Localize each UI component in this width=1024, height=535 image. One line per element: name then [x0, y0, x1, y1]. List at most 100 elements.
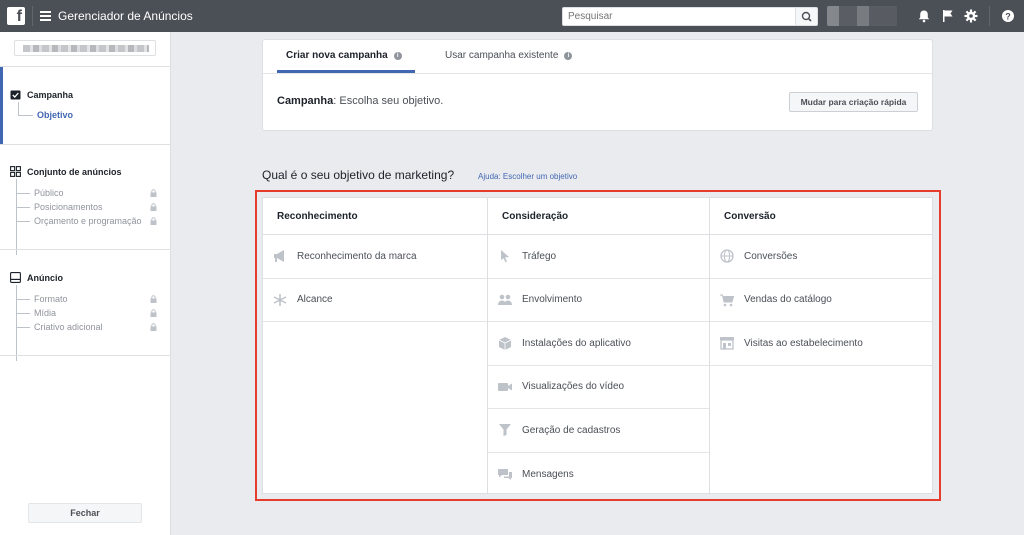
- tree-line: [16, 313, 30, 314]
- quick-create-button[interactable]: Mudar para criação rápida: [789, 92, 918, 112]
- tree-line: [16, 327, 30, 328]
- flag-icon[interactable]: [941, 9, 955, 23]
- lock-icon: [150, 309, 157, 317]
- objective-conversions[interactable]: Conversões: [710, 235, 932, 279]
- asterisk-icon: [273, 293, 287, 306]
- tab-label: Usar campanha existente: [445, 50, 559, 61]
- objective-label: Tráfego: [522, 250, 557, 262]
- objective-app-installs[interactable]: Instalações do aplicativo: [488, 322, 709, 366]
- search-input[interactable]: [562, 7, 796, 26]
- campaign-card: Criar nova campanha i Usar campanha exis…: [262, 39, 933, 131]
- objective-label: Instalações do aplicativo: [522, 337, 631, 349]
- app-title[interactable]: Gerenciador de Anúncios: [58, 9, 193, 23]
- sidebar-item-objective[interactable]: Objetivo: [37, 110, 73, 120]
- objective-lead-generation[interactable]: Geração de cadastros: [488, 409, 709, 453]
- adset-icon: [10, 166, 21, 177]
- objective-label: Reconhecimento da marca: [297, 250, 417, 262]
- column-awareness: Reconhecimento Reconhecimento da marca A…: [263, 198, 487, 493]
- campaign-text: : Escolha seu objetivo.: [333, 95, 444, 107]
- objective-messages[interactable]: Mensagens: [488, 453, 709, 497]
- top-bar: f Gerenciador de Anúncios ?: [0, 0, 1024, 32]
- close-button[interactable]: Fechar: [28, 503, 142, 523]
- ad-account-selector[interactable]: [14, 40, 156, 56]
- sidebar-section-adset[interactable]: Conjunto de anúncios: [10, 166, 122, 177]
- tab-label: Criar nova campanha: [286, 50, 388, 61]
- objective-label: Visitas ao estabelecimento: [744, 337, 863, 349]
- info-icon[interactable]: i: [564, 51, 573, 60]
- tree-line: [16, 285, 17, 361]
- divider: [0, 355, 170, 356]
- sidebar-item-budget[interactable]: Orçamento e programação: [34, 216, 142, 226]
- sidebar-item-creative[interactable]: Criativo adicional: [34, 322, 103, 332]
- sidebar-section-ad[interactable]: Anúncio: [10, 272, 63, 283]
- sidebar-item-placements[interactable]: Posicionamentos: [34, 202, 103, 212]
- lock-icon: [150, 323, 157, 331]
- video-icon: [498, 382, 512, 391]
- tree-line: [16, 179, 17, 255]
- lock-icon: [150, 203, 157, 211]
- tree-line: [16, 207, 30, 208]
- gear-icon[interactable]: [964, 9, 978, 23]
- people-icon: [498, 294, 512, 305]
- tree-line: [18, 102, 19, 115]
- help-icon[interactable]: ?: [1001, 9, 1015, 23]
- divider: [989, 6, 990, 26]
- chat-icon: [498, 469, 512, 481]
- campaign-label: Campanha: [277, 95, 334, 107]
- info-icon[interactable]: i: [393, 51, 402, 60]
- tree-line: [16, 193, 30, 194]
- ad-icon: [10, 272, 21, 283]
- search-button[interactable]: [795, 7, 818, 26]
- tree-line: [18, 115, 33, 116]
- divider: [32, 6, 33, 26]
- funnel-icon: [499, 424, 511, 437]
- column-header: Conversão: [710, 198, 932, 235]
- lock-icon: [150, 295, 157, 303]
- divider: [263, 73, 932, 74]
- objective-label: Vendas do catálogo: [744, 294, 832, 306]
- objective-engagement[interactable]: Envolvimento: [488, 279, 709, 322]
- objective-label: Mensagens: [522, 468, 574, 480]
- column-conversion: Conversão Conversões Vendas do catálogo …: [709, 198, 932, 493]
- box-icon: [498, 337, 512, 351]
- campaign-icon: [10, 90, 21, 100]
- tab-use-existing[interactable]: Usar campanha existente i: [445, 50, 573, 61]
- objective-store-visits[interactable]: Visitas ao estabelecimento: [710, 322, 932, 366]
- objective-label: Envolvimento: [522, 294, 583, 306]
- svg-text:?: ?: [1005, 12, 1011, 22]
- sidebar-item-media[interactable]: Mídia: [34, 308, 56, 318]
- objective-label: Geração de cadastros: [522, 424, 621, 436]
- tree-line: [16, 221, 30, 222]
- divider: [0, 66, 170, 67]
- account-selector[interactable]: [827, 6, 897, 26]
- sidebar-item-audience[interactable]: Público: [34, 188, 64, 198]
- help-link[interactable]: Ajuda: Escolher um objetivo: [478, 172, 577, 181]
- column-header: Reconhecimento: [263, 198, 487, 235]
- objective-traffic[interactable]: Tráfego: [488, 235, 709, 279]
- column-consideration: Consideração Tráfego Envolvimento Instal…: [487, 198, 709, 493]
- objective-brand-awareness[interactable]: Reconhecimento da marca: [263, 235, 487, 279]
- store-icon: [720, 337, 734, 350]
- tab-create-new[interactable]: Criar nova campanha i: [286, 50, 402, 61]
- objective-catalog-sales[interactable]: Vendas do catálogo: [710, 279, 932, 322]
- section-title: Anúncio: [27, 272, 63, 283]
- menu-icon[interactable]: [40, 11, 51, 21]
- bell-icon[interactable]: [917, 9, 931, 23]
- sidebar: Campanha Objetivo Conjunto de anúncios P…: [0, 32, 171, 535]
- sidebar-section-campaign[interactable]: Campanha: [10, 89, 73, 100]
- divider: [0, 144, 170, 145]
- active-indicator: [0, 67, 3, 144]
- objective-question: Qual é o seu objetivo de marketing?: [262, 168, 455, 182]
- column-header: Consideração: [488, 198, 709, 235]
- lock-icon: [150, 189, 157, 197]
- objective-label: Conversões: [744, 250, 798, 262]
- campaign-status: Campanha: Escolha seu objetivo.: [277, 95, 443, 107]
- objective-grid: Reconhecimento Reconhecimento da marca A…: [262, 197, 933, 494]
- objective-video-views[interactable]: Visualizações do vídeo: [488, 366, 709, 409]
- objective-label: Alcance: [297, 294, 333, 306]
- facebook-logo[interactable]: f: [7, 7, 25, 25]
- objective-reach[interactable]: Alcance: [263, 279, 487, 322]
- cart-icon: [720, 294, 735, 307]
- globe-icon: [720, 249, 734, 263]
- sidebar-item-format[interactable]: Formato: [34, 294, 68, 304]
